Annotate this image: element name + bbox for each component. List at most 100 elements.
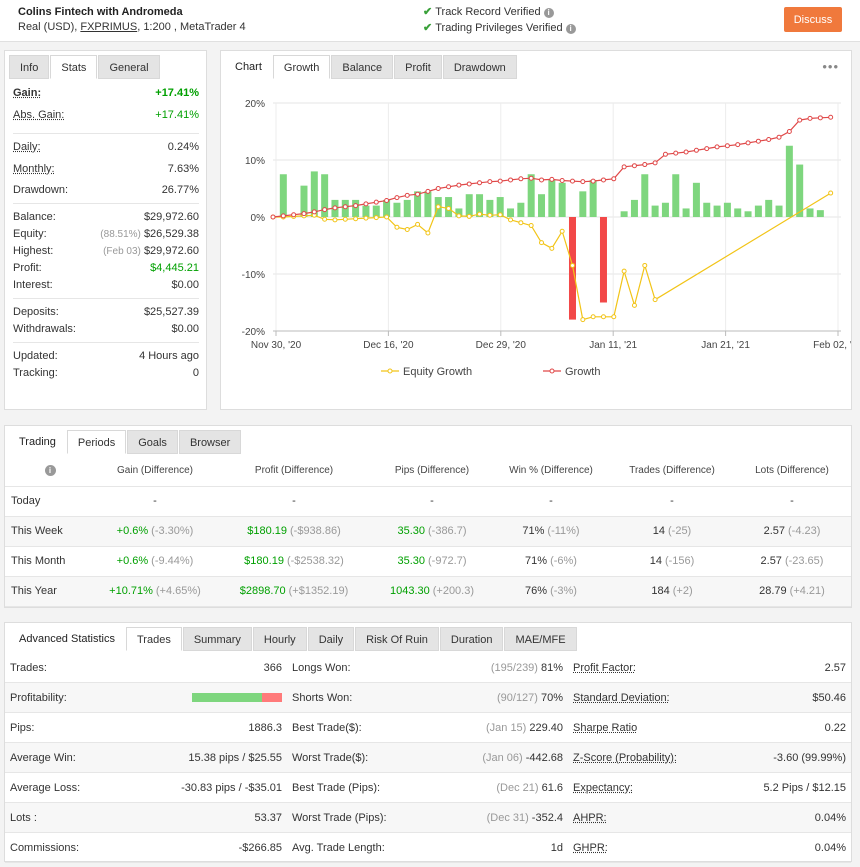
growth-point <box>600 177 606 183</box>
stat-label[interactable]: Expectancy: <box>573 782 633 794</box>
stat-label[interactable]: AHPR: <box>573 812 607 824</box>
growth-point <box>776 134 782 140</box>
info-icon[interactable]: i <box>565 24 576 34</box>
period-profit: $180.19 (-$938.86) <box>215 516 373 547</box>
stat-label[interactable]: Standard Deviation: <box>573 692 670 704</box>
stat-note: (Dec 21) <box>496 782 539 794</box>
daily-gain-bar <box>692 182 700 217</box>
equity-growth-point <box>600 314 606 320</box>
profit-label: Profit: <box>13 262 42 274</box>
growth-point <box>528 175 534 181</box>
period-pips-difference: (+200.3) <box>432 585 475 597</box>
growth-point <box>724 143 730 149</box>
daily-gain-bar <box>393 202 401 217</box>
gain-label[interactable]: Gain: <box>13 87 41 99</box>
period-win: 76% (-3%) <box>491 576 611 607</box>
period-trades-value: 184 <box>651 585 670 597</box>
stat-label[interactable]: Profit Factor: <box>573 662 636 674</box>
info-tabs: Info Stats General <box>9 55 161 79</box>
daily-gain-bar <box>630 199 638 217</box>
period-gain-value: +10.71% <box>109 585 153 597</box>
period-lots-value: - <box>790 495 794 507</box>
equity-growth-point <box>569 262 575 268</box>
tab-duration[interactable]: Duration <box>439 627 504 651</box>
chart-panel: Chart Growth Balance Profit Drawdown •••… <box>220 50 852 410</box>
drawdown-value: 26.77% <box>161 184 199 196</box>
tab-trades[interactable]: Trades <box>126 627 182 651</box>
period-profit-value: $180.19 <box>244 555 284 567</box>
period-trades-value: - <box>670 495 674 507</box>
tab-periods[interactable]: Periods <box>66 430 127 454</box>
discuss-button[interactable]: Discuss <box>784 7 842 32</box>
equity-growth-point <box>425 230 431 236</box>
monthly-label[interactable]: Monthly: <box>13 163 55 175</box>
growth-point <box>735 142 741 148</box>
stat-label[interactable]: Z-Score (Probability): <box>573 752 677 764</box>
stat-note: (90/127) <box>496 692 538 704</box>
stat-label: Best Trade($): <box>292 722 362 734</box>
daily-label[interactable]: Daily: <box>13 141 41 153</box>
growth-point <box>631 163 637 169</box>
stat-row: Lots : 53.37 <box>5 803 287 833</box>
y-tick-label: -10% <box>242 270 265 281</box>
stat-value: 1d <box>550 842 563 854</box>
equity-growth-point <box>652 297 658 303</box>
tab-goals[interactable]: Goals <box>127 430 178 454</box>
period-lots-difference: (-23.65) <box>784 555 824 567</box>
tab-hourly[interactable]: Hourly <box>252 627 307 651</box>
daily-gain-bar <box>816 210 824 217</box>
period-trades-value: 14 <box>652 525 665 537</box>
growth-point <box>828 114 834 120</box>
stat-row: Z-Score (Probability): -3.60 (99.99%) <box>568 743 851 773</box>
col-gain: Gain (Difference) <box>95 456 215 487</box>
period-pips-difference: (-972.7) <box>428 555 467 567</box>
equity-growth-point <box>828 190 834 196</box>
tab-info[interactable]: Info <box>9 55 50 79</box>
period-pips-difference: (-386.7) <box>428 525 467 537</box>
col-trades: Trades (Difference) <box>611 456 733 487</box>
equity-growth-point <box>539 240 545 246</box>
tab-daily[interactable]: Daily <box>307 627 355 651</box>
growth-point <box>745 140 751 146</box>
x-tick-label: Dec 29, '20 <box>476 340 527 351</box>
equity-growth-point <box>435 204 441 210</box>
stat-value-group: 1886.3 <box>248 722 282 734</box>
stat-value-group: 0.04% <box>815 842 846 854</box>
equity-growth-point <box>384 214 390 220</box>
growth-point <box>683 149 689 155</box>
tab-general[interactable]: General <box>98 55 160 79</box>
tab-risk-of-ruin[interactable]: Risk Of Ruin <box>355 627 439 651</box>
periods-info: i <box>5 456 95 487</box>
stat-value-group: 0.22 <box>825 722 846 734</box>
abs-gain-label[interactable]: Abs. Gain: <box>13 109 64 121</box>
broker-link[interactable]: FXPRIMUS <box>80 21 137 33</box>
daily-gain-bar <box>785 145 793 217</box>
tab-trading[interactable]: Trading <box>9 430 66 454</box>
stat-value-group: 2.57 <box>825 662 846 674</box>
tab-stats[interactable]: Stats <box>50 55 98 79</box>
daily-gain-bar <box>734 208 742 217</box>
daily-gain-bar <box>279 174 287 217</box>
tab-mae-mfe[interactable]: MAE/MFE <box>504 627 577 651</box>
stat-label: Commissions: <box>10 842 80 854</box>
daily-gain-bar <box>651 205 659 217</box>
info-icon[interactable]: i <box>44 465 56 477</box>
tab-summary[interactable]: Summary <box>182 627 252 651</box>
stat-label[interactable]: Sharpe Ratio <box>573 722 637 734</box>
stat-row: Avg. Trade Length: 1d <box>287 833 568 863</box>
equity-percent: (88.51%) <box>100 229 141 240</box>
period-gain-difference: (-9.44%) <box>151 555 194 567</box>
stat-value: 5.2 Pips / $12.15 <box>763 782 846 794</box>
growth-point <box>508 177 514 183</box>
profitability-bar <box>192 693 282 702</box>
stat-label[interactable]: GHPR: <box>573 842 608 854</box>
info-icon[interactable]: i <box>543 8 554 18</box>
growth-point <box>353 203 359 209</box>
stat-value: 53.37 <box>254 812 282 824</box>
periods-header-row: i Gain (Difference) Profit (Difference) … <box>5 456 851 487</box>
tab-browser[interactable]: Browser <box>178 430 242 454</box>
daily-gain-bar <box>589 179 597 217</box>
profit-value: $4,445.21 <box>150 262 199 274</box>
stat-value-group: 5.2 Pips / $12.15 <box>763 782 846 794</box>
stat-row: Average Win: 15.38 pips / $25.55 <box>5 743 287 773</box>
